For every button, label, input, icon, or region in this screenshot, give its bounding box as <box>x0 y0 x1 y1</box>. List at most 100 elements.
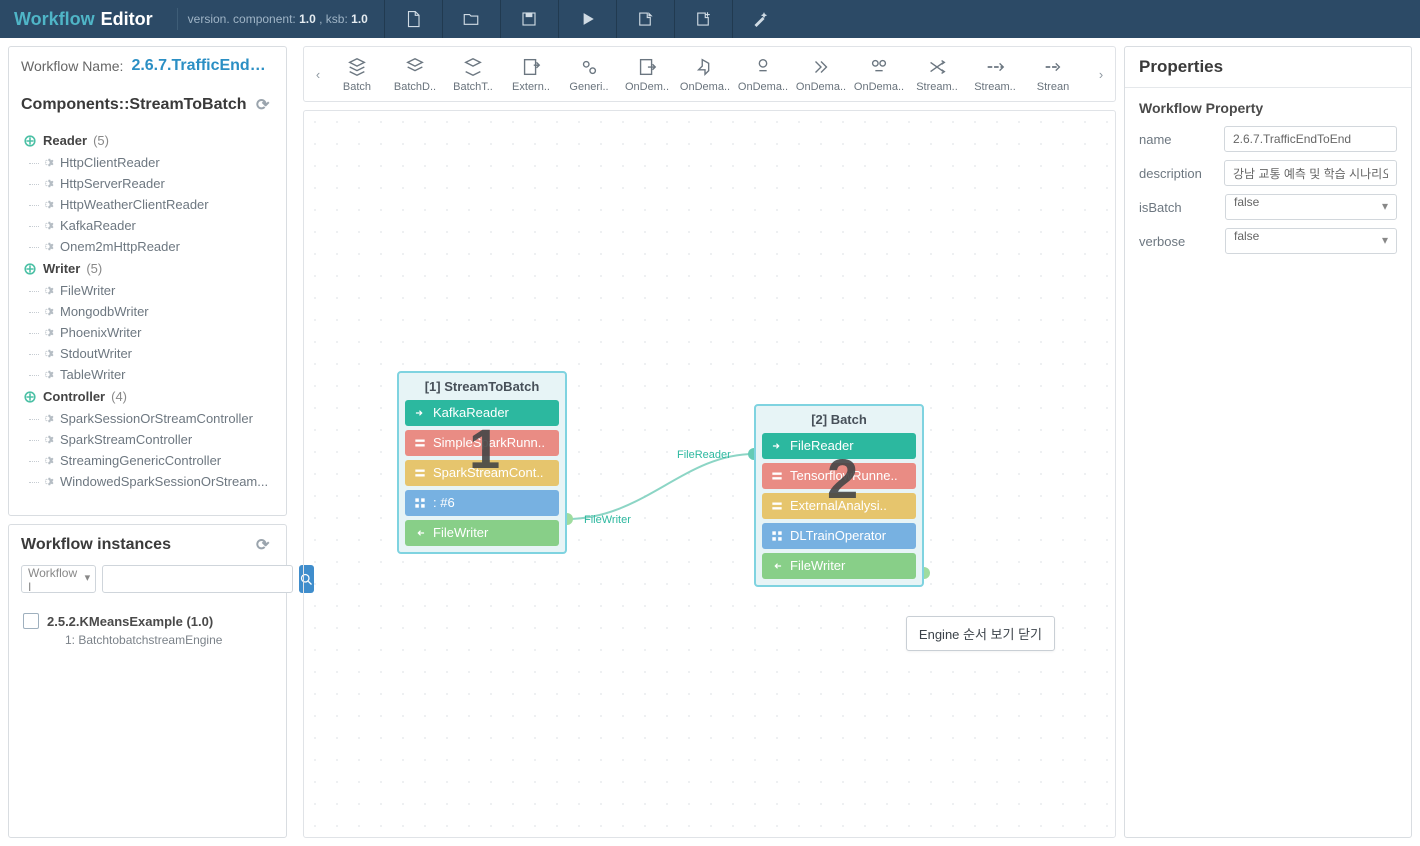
node-row[interactable]: TensorflowRunne.. <box>762 463 916 489</box>
prop-name-input[interactable] <box>1224 126 1397 152</box>
open-button[interactable] <box>442 0 500 38</box>
node-batch[interactable]: [2] Batch FileReaderTensorflowRunne..Ext… <box>754 404 924 587</box>
tree-leaf-label: HttpWeatherClientReader <box>60 197 209 212</box>
expand-icon[interactable] <box>23 390 37 404</box>
toolbar-item[interactable]: OnDema.. <box>734 56 792 93</box>
tree-leaf[interactable]: FileWriter <box>17 280 286 301</box>
toolbar-item[interactable]: Strean <box>1024 56 1082 93</box>
run-button[interactable] <box>558 0 616 38</box>
expand-icon[interactable] <box>23 134 37 148</box>
toolbar-item-label: Stream.. <box>916 81 958 93</box>
toolbar-item-label: OnDema.. <box>854 81 904 93</box>
node-row-label: ExternalAnalysi.. <box>790 493 887 519</box>
toolbar-item[interactable]: Batch <box>328 56 386 93</box>
component-tree[interactable]: Reader (5) HttpClientReader HttpServerRead… <box>9 125 286 515</box>
node-row[interactable]: ExternalAnalysi.. <box>762 493 916 519</box>
workflow-name-label: Workflow Name: <box>21 58 123 74</box>
gear-icon <box>41 177 54 190</box>
instances-filter-input[interactable] <box>102 565 293 593</box>
node-row[interactable]: SparkStreamCont.. <box>405 460 559 486</box>
node-row[interactable]: SimpleSparkRunn.. <box>405 430 559 456</box>
prop-verbose-select[interactable]: false <box>1225 228 1397 254</box>
tree-category[interactable]: Writer (5) <box>17 257 286 280</box>
instance-sub-label[interactable]: 1: BatchtobatchstreamEngine <box>23 633 272 647</box>
node-row[interactable]: KafkaReader <box>405 400 559 426</box>
toolbar-item[interactable]: Generi.. <box>560 56 618 93</box>
tree-category-label: Writer <box>43 261 80 276</box>
tree-leaf-label: HttpServerReader <box>60 176 165 191</box>
gear-icon <box>41 284 54 297</box>
toolbar-item[interactable]: BatchD.. <box>386 56 444 93</box>
instance-item[interactable]: 2.5.2.KMeansExample (1.0) <box>23 613 272 629</box>
workflow-canvas[interactable]: FileWriter FileReader [1] StreamToBatch … <box>303 110 1116 838</box>
node-row[interactable]: FileWriter <box>762 553 916 579</box>
gear-icon <box>41 454 54 467</box>
tree-leaf[interactable]: HttpClientReader <box>17 152 286 173</box>
save-button[interactable] <box>500 0 558 38</box>
node-stream-to-batch[interactable]: [1] StreamToBatch KafkaReaderSimpleSpark… <box>397 371 567 554</box>
toolbar-item[interactable]: Stream.. <box>908 56 966 93</box>
components-title: Components::StreamToBatch <box>21 96 247 114</box>
tree-leaf[interactable]: WindowedSparkSessionOrStream... <box>17 471 286 492</box>
tree-leaf-label: PhoenixWriter <box>60 325 141 340</box>
toolbar-item[interactable]: OnDema.. <box>850 56 908 93</box>
refresh-icon[interactable]: ⟳ <box>256 535 274 555</box>
toolbar-item[interactable]: OnDem.. <box>618 56 676 93</box>
tree-leaf-label: StdoutWriter <box>60 346 132 361</box>
tree-leaf[interactable]: StreamingGenericController <box>17 450 286 471</box>
node-row[interactable]: FileWriter <box>405 520 559 546</box>
node-row-label: SimpleSparkRunn.. <box>433 430 545 456</box>
expand-icon[interactable] <box>23 262 37 276</box>
tree-leaf[interactable]: TableWriter <box>17 364 286 385</box>
magic-button[interactable] <box>732 0 790 38</box>
tree-leaf-label: HttpClientReader <box>60 155 160 170</box>
tree-leaf[interactable]: MongodbWriter <box>17 301 286 322</box>
tree-leaf[interactable]: PhoenixWriter <box>17 322 286 343</box>
version-prefix: version. component: <box>188 12 296 26</box>
node-row[interactable]: DLTrainOperator <box>762 523 916 549</box>
share-button[interactable] <box>674 0 732 38</box>
gear-icon <box>41 326 54 339</box>
toolbar-item[interactable]: OnDema.. <box>676 56 734 93</box>
export-button[interactable] <box>616 0 674 38</box>
toolbar-item[interactable]: Extern.. <box>502 56 560 93</box>
prop-description-input[interactable] <box>1224 160 1397 186</box>
tree-leaf-label: StreamingGenericController <box>60 453 221 468</box>
toolbar-item-label: BatchD.. <box>394 81 436 93</box>
tree-leaf[interactable]: KafkaReader <box>17 215 286 236</box>
toolbar-next-button[interactable]: › <box>1091 67 1111 82</box>
refresh-icon[interactable]: ⟳ <box>256 95 274 115</box>
instances-filter-select[interactable]: Workflow I <box>21 565 96 593</box>
toolbar-prev-button[interactable]: ‹ <box>308 67 328 82</box>
properties-panel: Properties Workflow Property name descri… <box>1124 46 1412 838</box>
tree-leaf[interactable]: HttpWeatherClientReader <box>17 194 286 215</box>
gear-icon <box>41 156 54 169</box>
tree-leaf-label: SparkSessionOrStreamController <box>60 411 253 426</box>
tree-leaf[interactable]: StdoutWriter <box>17 343 286 364</box>
prop-description-label: description <box>1139 166 1214 181</box>
tree-leaf-label: WindowedSparkSessionOrStream... <box>60 474 268 489</box>
engine-order-close-button[interactable]: Engine 순서 보기 닫기 <box>906 616 1055 651</box>
toolbar-item[interactable]: BatchT.. <box>444 56 502 93</box>
toolbar-item-label: Stream.. <box>974 81 1016 93</box>
node-row[interactable]: FileReader <box>762 433 916 459</box>
new-file-button[interactable] <box>384 0 442 38</box>
toolbar-item-label: Batch <box>343 81 371 93</box>
toolbar-item[interactable]: Stream.. <box>966 56 1024 93</box>
prop-isbatch-select[interactable]: false <box>1225 194 1397 220</box>
tree-category[interactable]: Reader (5) <box>17 129 286 152</box>
tree-leaf[interactable]: Onem2mHttpReader <box>17 236 286 257</box>
node-row[interactable]: : #6 <box>405 490 559 516</box>
gear-icon <box>41 412 54 425</box>
node-row-label: : #6 <box>433 490 455 516</box>
tree-leaf[interactable]: SparkStreamController <box>17 429 286 450</box>
tree-leaf[interactable]: HttpServerReader <box>17 173 286 194</box>
toolbar-item[interactable]: OnDema.. <box>792 56 850 93</box>
right-column: Properties Workflow Property name descri… <box>1124 38 1420 846</box>
tree-category[interactable]: Controller (4) <box>17 385 286 408</box>
instance-item-label: 2.5.2.KMeansExample (1.0) <box>47 614 213 629</box>
node-row-label: TensorflowRunne.. <box>790 463 898 489</box>
tree-category-count: (5) <box>86 261 102 276</box>
tree-leaf[interactable]: SparkSessionOrStreamController <box>17 408 286 429</box>
edge-label-in: FileReader <box>677 449 731 461</box>
